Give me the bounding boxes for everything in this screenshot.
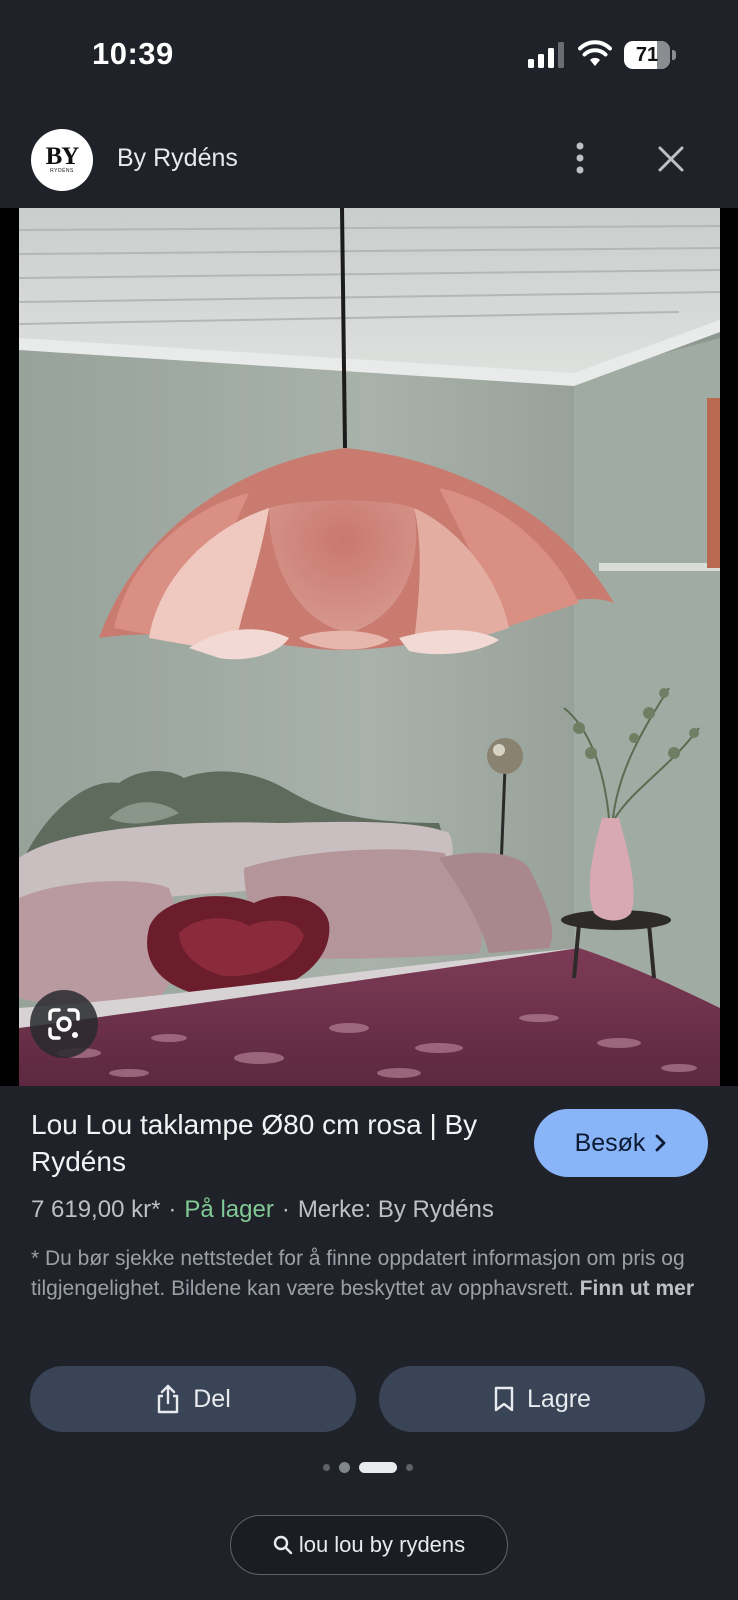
share-button[interactable]: Del — [30, 1366, 356, 1432]
product-brand: Merke: By Rydéns — [297, 1196, 494, 1223]
logo-subtext: RYDÉNS — [50, 168, 74, 174]
status-bar: 10:39 71 — [0, 0, 738, 110]
close-icon — [658, 146, 684, 172]
battery-icon: 71 — [624, 41, 670, 69]
separator: · — [168, 1196, 177, 1223]
image-pager[interactable] — [323, 1461, 423, 1473]
battery-level: 71 — [635, 44, 659, 66]
site-logo[interactable]: BY RYDÉNS — [31, 129, 93, 191]
share-button-label: Del — [193, 1384, 231, 1413]
pager-dot[interactable] — [339, 1461, 350, 1473]
more-vertical-icon — [576, 142, 584, 174]
share-icon — [158, 1384, 179, 1414]
cellular-signal-icon — [528, 42, 564, 68]
availability: På lager — [184, 1196, 274, 1223]
search-icon — [273, 1535, 293, 1555]
product-meta: 7 619,00 kr* · På lager · Merke: By Rydéns — [31, 1196, 494, 1224]
wifi-icon — [578, 40, 612, 66]
image-viewer[interactable] — [0, 208, 738, 1086]
save-button[interactable]: Lagre — [379, 1366, 705, 1432]
visit-button-label: Besøk — [574, 1128, 646, 1157]
search-chip[interactable]: lou lou by rydens — [230, 1515, 508, 1575]
site-name[interactable]: By Rydéns — [117, 144, 238, 173]
product-price: 7 619,00 kr* — [31, 1196, 161, 1223]
pager-dot[interactable] — [406, 1463, 413, 1471]
google-lens-button[interactable] — [30, 990, 98, 1058]
logo-text: BY — [45, 143, 80, 170]
status-time: 10:39 — [92, 36, 174, 71]
visit-button[interactable]: Besøk — [534, 1109, 708, 1177]
battery-indicator: 71 — [624, 41, 676, 69]
product-image[interactable] — [19, 208, 720, 1086]
search-query: lou lou by rydens — [298, 1532, 466, 1557]
product-title[interactable]: Lou Lou taklampe Ø80 cm rosa | By Rydéns — [31, 1106, 511, 1180]
chevron-right-icon — [656, 1134, 666, 1152]
learn-more-link[interactable]: Finn ut mer — [580, 1277, 694, 1300]
close-button[interactable] — [650, 138, 692, 180]
save-button-label: Lagre — [527, 1384, 591, 1413]
disclaimer: * Du bør sjekke nettstedet for å finne o… — [31, 1244, 711, 1304]
battery-tip — [672, 50, 676, 60]
bookmark-icon — [494, 1386, 514, 1412]
separator: · — [281, 1196, 290, 1223]
more-options-button[interactable] — [560, 138, 600, 178]
pager-dot[interactable] — [323, 1463, 330, 1471]
pager-dot-active[interactable] — [359, 1461, 397, 1473]
google-lens-icon — [48, 1008, 80, 1040]
source-header: BY RYDÉNS By Rydéns — [0, 120, 738, 200]
